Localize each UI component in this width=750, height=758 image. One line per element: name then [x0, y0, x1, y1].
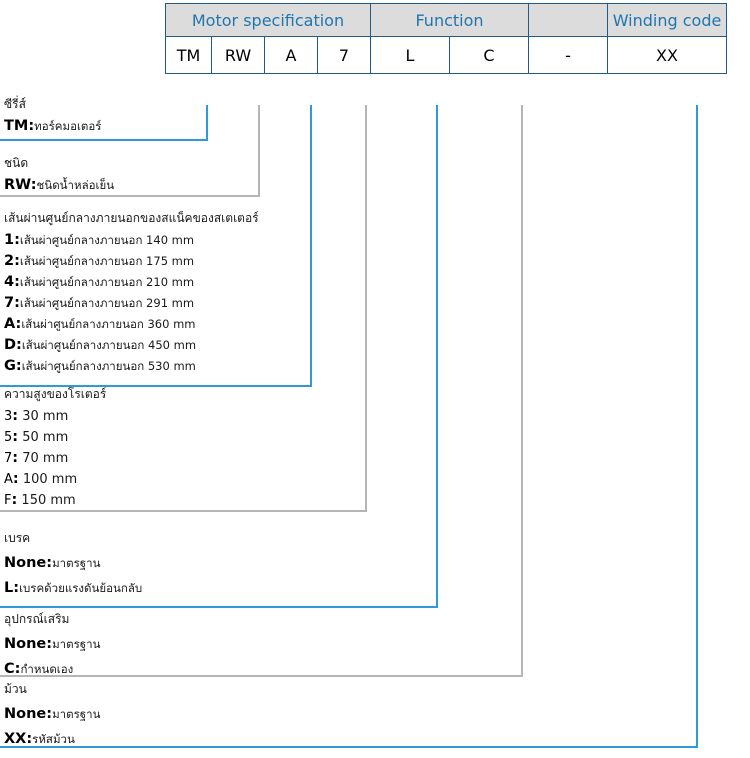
section-line: C:กำหนดเอง	[4, 657, 100, 681]
section-line: A: 100 mm	[4, 469, 106, 490]
option-text: รหัสม้วน	[32, 732, 75, 746]
group-header-empty	[528, 3, 608, 37]
group-header-winding-code: Winding code	[607, 3, 727, 37]
option-text: เส้นผ่าศูนย์กลางภายนอก 530 mm	[21, 359, 196, 373]
code-cell-accessory: C	[449, 36, 529, 74]
option-key: D	[4, 337, 17, 353]
option-text: มาตรฐาน	[52, 556, 101, 570]
code-cell-series: TM	[165, 36, 212, 74]
section-line: None:มาตรฐาน	[4, 701, 100, 727]
option-text: 100 mm	[18, 472, 78, 487]
option-key: 2	[4, 253, 15, 269]
option-text: เส้นผ่าศูนย์กลางภายนอก 291 mm	[19, 296, 195, 310]
option-key: XX	[4, 731, 27, 747]
code-cell-winding: XX	[607, 36, 727, 74]
option-text: 70 mm	[18, 451, 69, 466]
description-block-winding: ม้วน None:มาตรฐาน XX:รหัสม้วน	[4, 681, 100, 751]
option-key: TM	[4, 118, 29, 134]
section-line: 5: 50 mm	[4, 427, 106, 448]
section-line: TM:ทอร์คมอเตอร์	[4, 116, 101, 137]
option-key: 4	[4, 274, 15, 290]
option-key: None	[4, 706, 47, 722]
section-title: เบรค	[4, 531, 31, 545]
section-title: ชนิด	[4, 156, 29, 170]
option-text: กำหนดเอง	[20, 662, 74, 676]
section-line: 3: 30 mm	[4, 406, 106, 427]
section-line: D:เส้นผ่าศูนย์กลางภายนอก 450 mm	[4, 335, 259, 356]
section-title: อุปกรณ์เสริม	[4, 612, 70, 626]
code-cell-type: RW	[211, 36, 265, 74]
option-text: เส้นผ่าศูนย์กลางภายนอก 140 mm	[19, 233, 195, 247]
section-line: L:เบรคด้วยแรงดันย้อนกลับ	[4, 576, 142, 600]
model-code-diagram: Motor specification Function Winding cod…	[0, 0, 750, 758]
group-header-motor-specification: Motor specification	[165, 3, 371, 37]
option-key: A	[4, 472, 13, 487]
option-text: ทอร์คมอเตอร์	[34, 119, 102, 133]
section-line: XX:รหัสม้วน	[4, 727, 100, 751]
option-key: L	[4, 580, 14, 596]
section-line: A:เส้นผ่าศูนย์กลางภายนอก 360 mm	[4, 314, 259, 335]
option-text: เบรคด้วยแรงดันย้อนกลับ	[19, 581, 143, 595]
section-line: RW:ชนิดน้ำหล่อเย็น	[4, 175, 114, 196]
section-line: 7: 70 mm	[4, 448, 106, 469]
option-key: None	[4, 555, 47, 571]
section-title: ม้วน	[4, 682, 27, 696]
section-title: ซีรี่ส์	[4, 97, 26, 111]
description-block-series: ซีรี่ส์ TM:ทอร์คมอเตอร์	[4, 96, 101, 137]
section-line: 4:เส้นผ่าศูนย์กลางภายนอก 210 mm	[4, 272, 259, 293]
description-block-type: ชนิด RW:ชนิดน้ำหล่อเย็น	[4, 155, 114, 196]
option-text: 150 mm	[17, 493, 76, 508]
option-key: 7	[4, 295, 15, 311]
code-cell-separator: -	[528, 36, 608, 74]
option-text: 50 mm	[18, 430, 69, 445]
option-key: C	[4, 661, 15, 677]
option-text: ชนิดน้ำหล่อเย็น	[36, 178, 115, 192]
section-line: None:มาตรฐาน	[4, 631, 100, 657]
option-text: มาตรฐาน	[52, 707, 101, 721]
section-line: 1:เส้นผ่าศูนย์กลางภายนอก 140 mm	[4, 230, 259, 251]
code-cell-diameter: A	[264, 36, 318, 74]
option-text: มาตรฐาน	[52, 637, 101, 651]
section-title: เส้นผ่านศูนย์กลางภายนอกของสแน็คของสเตเตอ…	[4, 211, 259, 225]
description-block-brake: เบรค None:มาตรฐาน L:เบรคด้วยแรงดันย้อนกล…	[4, 530, 142, 600]
code-cell-brake: L	[370, 36, 450, 74]
section-line: G:เส้นผ่าศูนย์กลางภายนอก 530 mm	[4, 356, 259, 377]
table-code-row: TM RW A 7 L C - XX	[165, 36, 727, 74]
description-block-stator-diameter: เส้นผ่านศูนย์กลางภายนอกของสแน็คของสเตเตอ…	[4, 210, 259, 377]
section-title: ความสูงของโรเตอร์	[4, 387, 107, 401]
option-text: เส้นผ่าศูนย์กลางภายนอก 175 mm	[19, 254, 195, 268]
group-header-function: Function	[370, 3, 529, 37]
model-code-table: Motor specification Function Winding cod…	[165, 3, 727, 74]
option-text: 30 mm	[18, 409, 69, 424]
option-key: None	[4, 636, 47, 652]
option-key: 1	[4, 232, 15, 248]
option-text: เส้นผ่าศูนย์กลางภายนอก 450 mm	[21, 338, 197, 352]
description-block-rotor-height: ความสูงของโรเตอร์ 3: 30 mm 5: 50 mm 7: 7…	[4, 386, 106, 511]
option-key: A	[4, 316, 16, 332]
code-cell-height: 7	[317, 36, 371, 74]
section-line: 7:เส้นผ่าศูนย์กลางภายนอก 291 mm	[4, 293, 259, 314]
option-key: G	[4, 358, 16, 374]
section-line: 2:เส้นผ่าศูนย์กลางภายนอก 175 mm	[4, 251, 259, 272]
option-text: เส้นผ่าศูนย์กลางภายนอก 360 mm	[21, 317, 196, 331]
description-block-accessory: อุปกรณ์เสริม None:มาตรฐาน C:กำหนดเอง	[4, 611, 100, 681]
option-text: เส้นผ่าศูนย์กลางภายนอก 210 mm	[19, 275, 195, 289]
table-header-row: Motor specification Function Winding cod…	[165, 3, 727, 37]
option-key: RW	[4, 177, 31, 193]
section-line: F: 150 mm	[4, 490, 106, 511]
section-line: None:มาตรฐาน	[4, 550, 142, 576]
